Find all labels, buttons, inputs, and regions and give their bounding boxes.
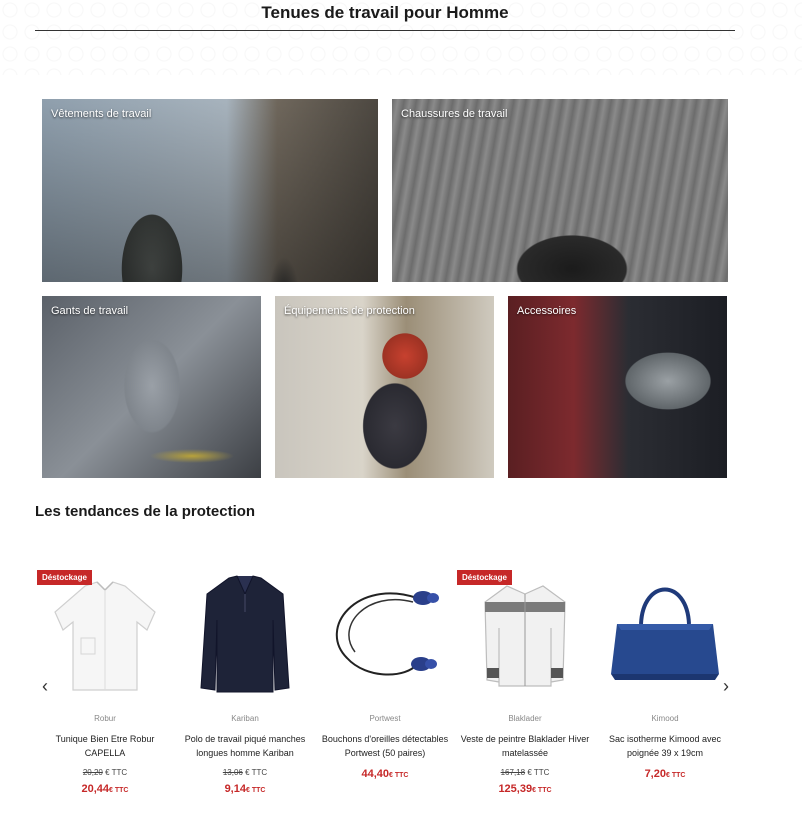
clothing-photo (42, 99, 378, 282)
shoes-photo (392, 99, 728, 282)
product-image[interactable] (597, 568, 733, 698)
category-tile-accessories[interactable]: Accessoires (508, 296, 727, 478)
product-card[interactable]: Kariban Polo de travail piqué manches lo… (177, 568, 313, 795)
product-brand: Kariban (231, 714, 259, 723)
product-card[interactable]: Portwest Bouchons d'oreilles détectables… (317, 568, 453, 780)
product-image[interactable]: Déstockage (457, 568, 593, 698)
product-old-price: 13,06 € TTC (222, 768, 268, 777)
product-old-price: 167,18 € TTC (500, 768, 550, 777)
page-title: Tenues de travail pour Homme (261, 3, 509, 22)
product-price: 7,20€ TTC (644, 768, 686, 780)
product-image[interactable]: Déstockage (37, 568, 173, 698)
product-name[interactable]: Bouchons d'oreilles détectables Portwest… (317, 732, 453, 760)
category-tile-shoes[interactable]: Chaussures de travail (392, 99, 728, 282)
product-brand: Kimood (651, 714, 679, 723)
product-image[interactable] (177, 568, 313, 698)
product-brand: Portwest (369, 714, 401, 723)
navy-polo-image (200, 575, 290, 693)
earplugs-image (335, 591, 439, 676)
product-price: 44,40€ TTC (361, 768, 409, 780)
section-title: Les tendances de la protection (35, 503, 256, 520)
category-tile-gloves[interactable]: Gants de travail (42, 296, 261, 478)
product-image[interactable] (317, 568, 453, 698)
category-label: Gants de travail (51, 305, 129, 317)
cooler-bag-image (611, 587, 719, 680)
product-price: 125,39€ TTC (498, 783, 552, 795)
product-name[interactable]: Sac isotherme Kimood avec poignée 39 x 1… (597, 732, 733, 760)
product-card[interactable]: Déstockage Blaklader Veste de peintre Bl… (457, 568, 593, 795)
product-price: 20,44€ TTC (81, 783, 129, 795)
clearance-badge: Déstockage (457, 570, 512, 585)
category-label: Équipements de protection (284, 305, 415, 317)
gloves-photo (42, 296, 261, 478)
product-name[interactable]: Tunique Bien Etre Robur CAPELLA (37, 732, 173, 760)
category-tile-clothing[interactable]: Vêtements de travail (42, 99, 378, 282)
category-label: Accessoires (517, 305, 577, 317)
protection-photo (275, 296, 494, 478)
product-brand: Blaklader (508, 714, 542, 723)
product-name[interactable]: Polo de travail piqué manches longues ho… (177, 732, 313, 760)
product-old-price: 20,20 € TTC (82, 768, 128, 777)
product-brand: Robur (94, 714, 116, 723)
clearance-badge: Déstockage (37, 570, 92, 585)
product-name[interactable]: Veste de peintre Blaklader Hiver matelas… (457, 732, 593, 760)
title-divider (35, 30, 735, 31)
white-tunic-image (54, 581, 156, 691)
product-price: 9,14€ TTC (224, 783, 266, 795)
category-label: Chaussures de travail (401, 108, 508, 120)
accessories-photo (508, 296, 727, 478)
product-card[interactable]: Kimood Sac isotherme Kimood avec poignée… (597, 568, 733, 780)
product-card[interactable]: Déstockage Robur Tunique Bien Etre Robur… (37, 568, 173, 795)
category-tile-protection[interactable]: Équipements de protection (275, 296, 494, 478)
painter-jacket-image (484, 585, 566, 687)
category-label: Vêtements de travail (51, 108, 152, 120)
